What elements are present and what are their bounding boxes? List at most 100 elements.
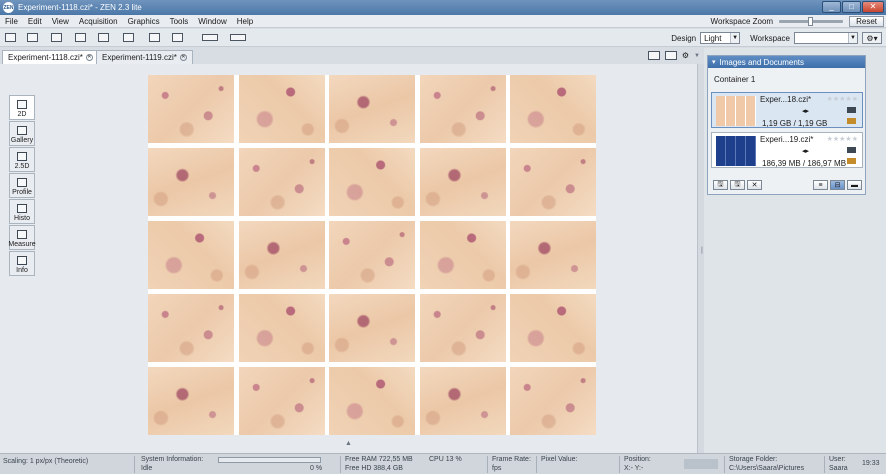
view-measure-button[interactable]: Measure (8, 225, 36, 250)
view-info-button[interactable]: Info (9, 251, 35, 276)
monitor-icon (847, 147, 856, 153)
chevron-down-icon[interactable]: ▼ (694, 53, 700, 59)
save-document-button[interactable]: 🖫 (713, 180, 728, 190)
menu-view[interactable]: View (47, 17, 74, 26)
info-icon (17, 256, 27, 265)
image-tile (239, 367, 325, 435)
menu-help[interactable]: Help (232, 17, 258, 26)
image-tile (420, 148, 506, 216)
settings-icon[interactable] (98, 33, 109, 42)
grid-view-icon[interactable] (647, 51, 660, 60)
menu-file[interactable]: File (0, 17, 23, 26)
monitor-icon (847, 107, 856, 113)
document-thumbnail (716, 136, 756, 166)
storage-folder-path[interactable]: C:\Users\Saara\Pictures (729, 465, 804, 472)
image-tile (148, 148, 234, 216)
design-select[interactable]: Light ▼ (700, 32, 741, 44)
status-bar: Scaling: 1 px/px (Theoretic) System Info… (0, 453, 886, 474)
menu-acquisition[interactable]: Acquisition (74, 17, 123, 26)
new-document-icon[interactable] (5, 33, 16, 42)
window-layout-icon[interactable] (202, 34, 218, 41)
open-folder-icon[interactable] (27, 33, 38, 42)
view-2-5d-button[interactable]: 2.5D (9, 147, 35, 172)
copy-icon[interactable] (172, 33, 183, 42)
workspace-zoom-slider[interactable] (779, 17, 844, 26)
workspace-select[interactable]: ▼ (794, 32, 858, 44)
detail-view-button[interactable]: ⊟ (830, 180, 845, 190)
cpu-usage: CPU 13 % (429, 456, 462, 463)
image-2d-icon (17, 100, 27, 109)
right-panel: ▾ Images and Documents Container 1 Exper… (704, 48, 886, 453)
close-icon[interactable]: ✕ (179, 54, 187, 61)
view-profile-button[interactable]: Profile (9, 173, 35, 198)
split-view-icon[interactable] (664, 51, 677, 60)
close-document-button[interactable]: ✕ (747, 180, 762, 190)
list-view-button[interactable]: ≡ (813, 180, 828, 190)
tab-experiment-1119[interactable]: Experiment-1119.czi* ✕ (96, 50, 193, 64)
screenshot-icon[interactable] (230, 34, 246, 41)
panel-header[interactable]: ▾ Images and Documents (708, 56, 865, 68)
image-tile (329, 367, 415, 435)
save-all-icon[interactable] (75, 33, 86, 42)
document-size: 186,39 MB / 186,97 MB (762, 159, 847, 168)
position-label: Position: (624, 456, 651, 463)
right-panel-splitter[interactable]: ❘ (697, 64, 705, 453)
reset-button[interactable]: Reset (849, 16, 884, 27)
design-label: Design (671, 33, 697, 43)
document-card[interactable]: Exper...18.czi* ★★★★★ ◂▸ 1,19 GB / 1,19 … (711, 92, 863, 128)
free-ram: Free RAM 722,55 MB (345, 456, 413, 463)
frame-rate-value: fps (492, 465, 502, 472)
view-mode-icon: ◂▸ (802, 108, 810, 115)
menu-tools[interactable]: Tools (165, 17, 194, 26)
view-histo-button[interactable]: Histo (9, 199, 35, 224)
close-icon[interactable]: ✕ (85, 54, 93, 61)
compact-view-button[interactable]: ▬ (847, 180, 862, 190)
workspace-label: Workspace (750, 33, 790, 43)
image-tile (239, 221, 325, 289)
image-tile (329, 75, 415, 143)
image-tile (329, 221, 415, 289)
view-2-5d-label: 2.5D (14, 163, 30, 170)
divider (724, 456, 725, 473)
image-tile (239, 75, 325, 143)
save-icon[interactable] (51, 33, 62, 42)
expand-bottom-panel-icon[interactable]: ▲ (345, 440, 352, 447)
print-icon[interactable] (149, 33, 160, 42)
menu-graphics[interactable]: Graphics (123, 17, 165, 26)
image-tile (148, 75, 234, 143)
tab-experiment-1118[interactable]: Experiment-1118.czi* ✕ (2, 50, 99, 64)
position-value: X:- Y:- (624, 465, 644, 472)
image-tile (239, 148, 325, 216)
save-as-button[interactable]: 🖫 (730, 180, 745, 190)
profile-chart-icon (17, 178, 27, 187)
storage-folder-label: Storage Folder: (729, 456, 778, 463)
minimize-button[interactable]: _ (822, 1, 841, 13)
rating-stars[interactable]: ★★★★★ (827, 95, 858, 103)
document-card[interactable]: Experi...19.czi* ★★★★★ ◂▸ 186,39 MB / 18… (711, 132, 863, 168)
export-icon[interactable] (123, 33, 134, 42)
unsaved-disk-icon (847, 118, 856, 124)
maximize-button[interactable]: □ (842, 1, 861, 13)
document-tab-bar: Experiment-1118.czi* ✕ Experiment-1119.c… (0, 48, 704, 64)
menu-edit[interactable]: Edit (23, 17, 47, 26)
system-info-value: Idle (141, 465, 153, 472)
zoom-slider-thumb[interactable] (808, 17, 814, 26)
tile-grid[interactable] (148, 75, 596, 435)
view-gallery-label: Gallery (10, 137, 34, 144)
image-viewer[interactable]: 2D Gallery 2.5D Profile Histo Measure In… (0, 64, 697, 453)
user-value: Saara (829, 465, 848, 472)
surface-2-5d-icon (17, 152, 27, 161)
view-profile-label: Profile (12, 189, 32, 196)
close-button[interactable]: ✕ (862, 1, 884, 13)
view-gallery-button[interactable]: Gallery (9, 121, 35, 146)
rating-stars[interactable]: ★★★★★ (827, 135, 858, 143)
system-info-label: System Information: (141, 456, 204, 463)
view-2d-button[interactable]: 2D (9, 95, 35, 120)
divider (536, 456, 537, 473)
gear-icon[interactable]: ⚙ (682, 51, 689, 60)
gear-icon[interactable]: ⚙▾ (862, 32, 882, 44)
pin-icon[interactable]: ▾ (712, 58, 716, 66)
divider (824, 456, 825, 473)
menu-window[interactable]: Window (193, 17, 231, 26)
document-thumbnail (716, 96, 756, 126)
